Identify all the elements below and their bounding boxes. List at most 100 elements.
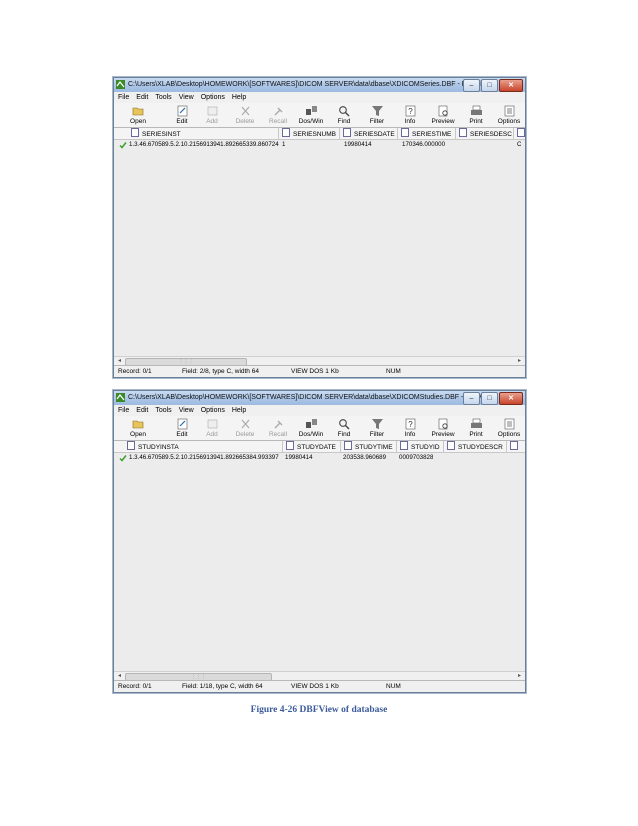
status-record: Record: 0/1 — [118, 683, 152, 690]
menu-tools[interactable]: Tools — [155, 405, 171, 416]
close-button[interactable]: ✕ — [499, 79, 523, 92]
grid-header: STUDYINSTA STUDYDATE STUDYTIME STUDYID S… — [114, 441, 525, 453]
recall-hammer-icon — [274, 107, 282, 116]
field-icon — [127, 441, 135, 450]
field-icon — [286, 441, 294, 450]
add-record-icon — [207, 106, 217, 116]
preview-button[interactable]: Preview — [429, 105, 457, 125]
column-header[interactable] — [514, 128, 525, 139]
menu-tools[interactable]: Tools — [155, 92, 171, 103]
filter-button[interactable]: Filter — [363, 105, 391, 125]
doswin-button[interactable]: Dos/Win — [297, 105, 325, 125]
doswin-icon — [305, 106, 317, 115]
menu-view[interactable]: View — [179, 92, 194, 103]
menu-file[interactable]: File — [118, 405, 129, 416]
menu-options[interactable]: Options — [201, 405, 225, 416]
column-header[interactable]: SERIESDATE — [340, 128, 398, 139]
info-button[interactable]: ? Info — [396, 418, 424, 438]
minimize-button[interactable]: – — [463, 392, 480, 405]
menu-edit[interactable]: Edit — [136, 405, 148, 416]
filter-funnel-icon — [371, 419, 383, 429]
menu-view[interactable]: View — [179, 405, 194, 416]
edit-button[interactable]: Edit — [168, 418, 196, 438]
add-button[interactable]: Add — [198, 105, 226, 125]
menu-edit[interactable]: Edit — [136, 92, 148, 103]
status-mode: VIEW DOS 1 Kb — [291, 368, 339, 375]
preview-icon — [438, 418, 448, 430]
menu-bar: File Edit Tools View Options Help — [114, 405, 525, 416]
filter-button[interactable]: Filter — [363, 418, 391, 438]
menu-file[interactable]: File — [118, 92, 129, 103]
options-button[interactable]: Options — [495, 105, 523, 125]
add-button[interactable]: Add — [198, 418, 226, 438]
close-button[interactable]: ✕ — [499, 392, 523, 405]
menu-bar: File Edit Tools View Options Help — [114, 92, 525, 103]
status-num: NUM — [386, 683, 401, 690]
data-grid[interactable]: STUDYINSTA STUDYDATE STUDYTIME STUDYID S… — [114, 441, 525, 671]
window-title: C:\Users\XLAB\Desktop\HOMEWORK\[SOFTWARE… — [128, 81, 492, 88]
status-mode: VIEW DOS 1 Kb — [291, 683, 339, 690]
table-row[interactable]: 1.3.46.670589.5.2.10.2156913941.89266533… — [114, 140, 525, 150]
field-icon — [459, 128, 467, 137]
recall-hammer-icon — [274, 420, 282, 429]
search-icon — [338, 106, 349, 117]
print-button[interactable]: Print — [462, 418, 490, 438]
edit-button[interactable]: Edit — [168, 105, 196, 125]
search-icon — [338, 419, 349, 430]
toolbar: Open Edit Add Delete Recall Dos/Win Find… — [114, 103, 525, 128]
checkmark-icon — [119, 142, 127, 149]
status-record: Record: 0/1 — [118, 368, 152, 375]
title-bar[interactable]: C:\Users\XLAB\Desktop\HOMEWORK\[SOFTWARE… — [114, 391, 525, 405]
open-button[interactable]: Open — [124, 105, 152, 125]
preview-button[interactable]: Preview — [429, 418, 457, 438]
app-icon — [116, 393, 125, 402]
column-header[interactable]: SERIESTIME — [398, 128, 456, 139]
column-header[interactable]: SERIESNUMB — [279, 128, 340, 139]
delete-button[interactable]: Delete — [231, 105, 259, 125]
recall-button[interactable]: Recall — [264, 418, 292, 438]
info-icon: ? — [405, 105, 415, 117]
data-grid[interactable]: SERIESINST SERIESNUMB SERIESDATE SERIEST… — [114, 128, 525, 356]
options-icon — [504, 418, 514, 430]
options-button[interactable]: Options — [495, 418, 523, 438]
doswin-button[interactable]: Dos/Win — [297, 418, 325, 438]
open-folder-icon — [132, 107, 143, 116]
menu-help[interactable]: Help — [232, 405, 246, 416]
grid-header: SERIESINST SERIESNUMB SERIESDATE SERIEST… — [114, 128, 525, 140]
column-header[interactable]: STUDYID — [397, 441, 444, 452]
menu-options[interactable]: Options — [201, 92, 225, 103]
maximize-button[interactable]: □ — [481, 79, 498, 92]
menu-help[interactable]: Help — [232, 92, 246, 103]
delete-x-icon — [241, 419, 249, 429]
table-row[interactable]: 1.3.46.670589.5.2.10.2156913941.89266538… — [114, 453, 525, 463]
info-icon: ? — [405, 418, 415, 430]
field-icon — [131, 128, 139, 137]
column-header[interactable]: STUDYINSTA — [124, 441, 283, 452]
recall-button[interactable]: Recall — [264, 105, 292, 125]
column-header[interactable]: STUDYDATE — [283, 441, 341, 452]
status-num: NUM — [386, 368, 401, 375]
delete-button[interactable]: Delete — [231, 418, 259, 438]
minimize-button[interactable]: – — [463, 79, 480, 92]
maximize-button[interactable]: □ — [481, 392, 498, 405]
info-button[interactable]: ? Info — [396, 105, 424, 125]
field-icon — [517, 128, 525, 137]
status-bar: Record: 0/1 Field: 1/18, type C, width 6… — [114, 680, 525, 692]
print-button[interactable]: Print — [462, 105, 490, 125]
column-header[interactable]: SERIESDESC — [456, 128, 514, 139]
column-header[interactable]: STUDYTIME — [341, 441, 397, 452]
svg-text:?: ? — [408, 420, 413, 429]
find-button[interactable]: Find — [330, 418, 358, 438]
title-bar[interactable]: C:\Users\XLAB\Desktop\HOMEWORK\[SOFTWARE… — [114, 78, 525, 92]
column-header[interactable]: STUDYDESCR — [444, 441, 507, 452]
column-header[interactable]: SERIESINST — [128, 128, 279, 139]
edit-icon — [177, 105, 187, 117]
find-button[interactable]: Find — [330, 105, 358, 125]
column-header[interactable] — [507, 441, 525, 452]
open-button[interactable]: Open — [124, 418, 152, 438]
add-record-icon — [207, 419, 217, 429]
field-icon — [343, 128, 351, 137]
printer-icon — [470, 418, 482, 428]
printer-icon — [470, 105, 482, 115]
field-icon — [282, 128, 290, 137]
